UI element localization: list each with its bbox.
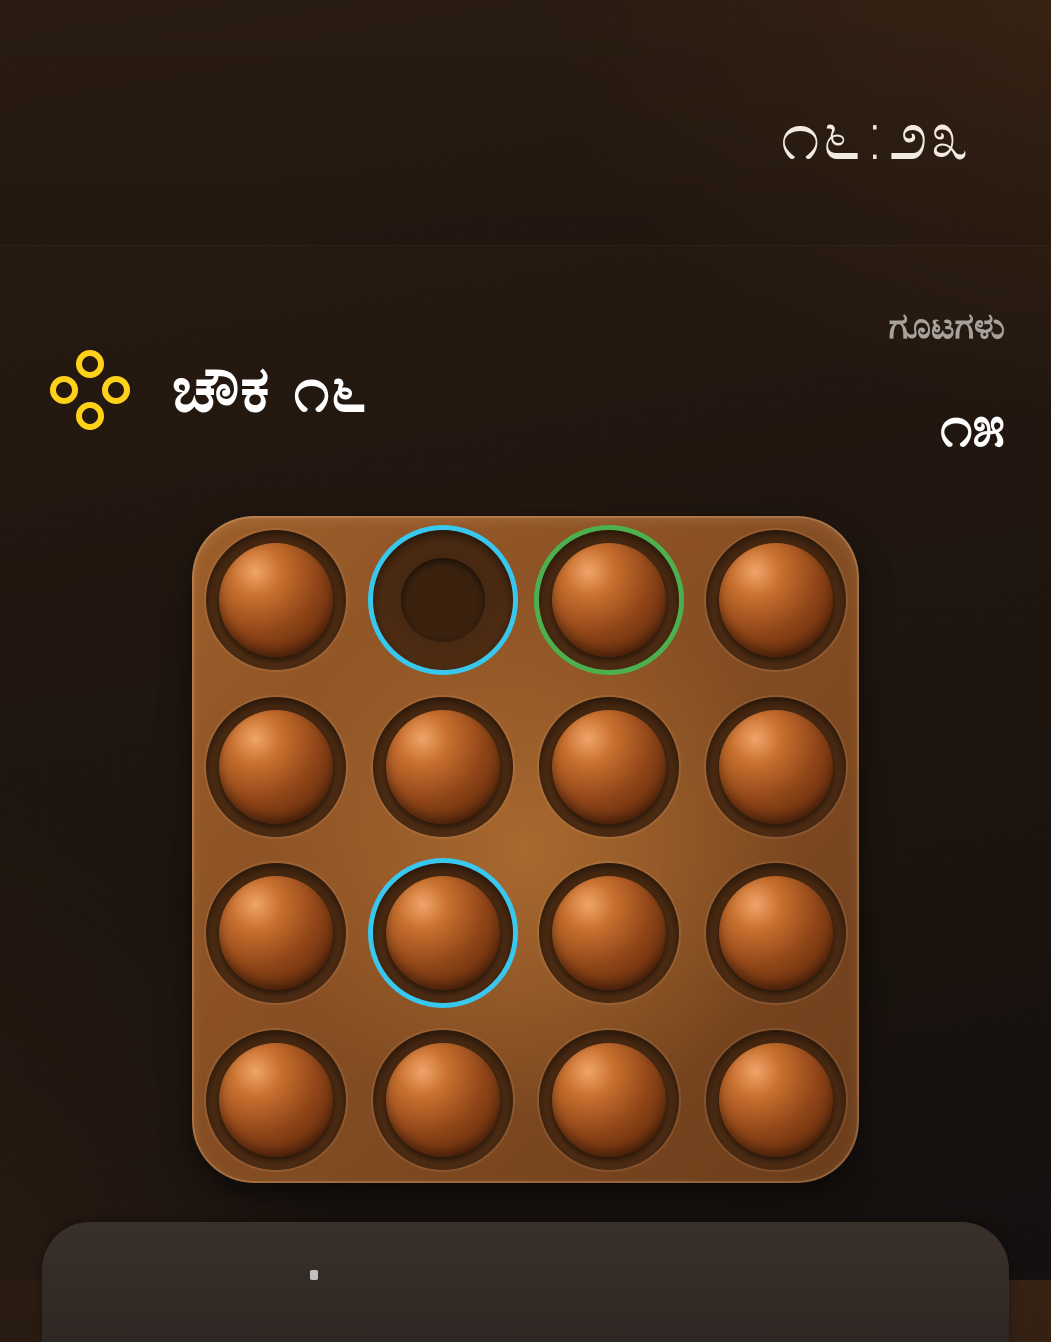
peg[interactable]	[718, 1042, 833, 1157]
board-hole-r2-c1[interactable]	[206, 696, 346, 837]
level-label: ಚೌಕ ೧೬	[172, 353, 368, 427]
empty-hole	[400, 558, 485, 642]
peg[interactable]	[219, 876, 333, 990]
board-hole-r3-c3[interactable]	[539, 863, 679, 1003]
game-board	[192, 516, 859, 1183]
bottom-panel	[42, 1222, 1009, 1342]
score-label: ಗೂಟಗಳು	[888, 306, 1005, 347]
peg[interactable]	[552, 543, 666, 657]
peg[interactable]	[718, 543, 833, 657]
peg[interactable]	[552, 709, 666, 824]
peg[interactable]	[385, 876, 500, 990]
board-hole-r3-c1[interactable]	[206, 863, 346, 1003]
board-hole-r1-c3[interactable]	[539, 530, 679, 670]
peg[interactable]	[552, 1042, 666, 1157]
board-hole-r4-c3[interactable]	[539, 1029, 679, 1170]
board-hole-r2-c3[interactable]	[539, 696, 679, 837]
bottom-panel-mark	[310, 1270, 318, 1280]
board-hole-r3-c4[interactable]	[705, 863, 846, 1003]
score-value: ೧೫	[940, 392, 1005, 460]
board-hole-r1-c2[interactable]	[372, 530, 513, 670]
board-hole-r4-c1[interactable]	[206, 1029, 346, 1170]
peg[interactable]	[219, 543, 333, 657]
clock: ೧೬:೨೩	[780, 94, 971, 176]
peg[interactable]	[219, 1042, 333, 1157]
board-hole-r2-c4[interactable]	[705, 696, 846, 837]
peg[interactable]	[718, 876, 833, 990]
peg[interactable]	[552, 876, 666, 990]
board-hole-r1-c4[interactable]	[705, 530, 846, 670]
peg[interactable]	[718, 709, 833, 824]
board-hole-r3-c2[interactable]	[372, 863, 513, 1003]
peg[interactable]	[385, 1042, 500, 1157]
peg[interactable]	[219, 709, 333, 824]
level-header: ಚೌಕ ೧೬	[46, 345, 367, 435]
board-hole-r1-c1[interactable]	[206, 530, 346, 670]
board-hole-r2-c2[interactable]	[372, 696, 513, 837]
four-rings-icon	[50, 350, 130, 430]
board-hole-r4-c4[interactable]	[705, 1029, 846, 1170]
peg[interactable]	[385, 709, 500, 824]
board-hole-r4-c2[interactable]	[372, 1029, 513, 1170]
